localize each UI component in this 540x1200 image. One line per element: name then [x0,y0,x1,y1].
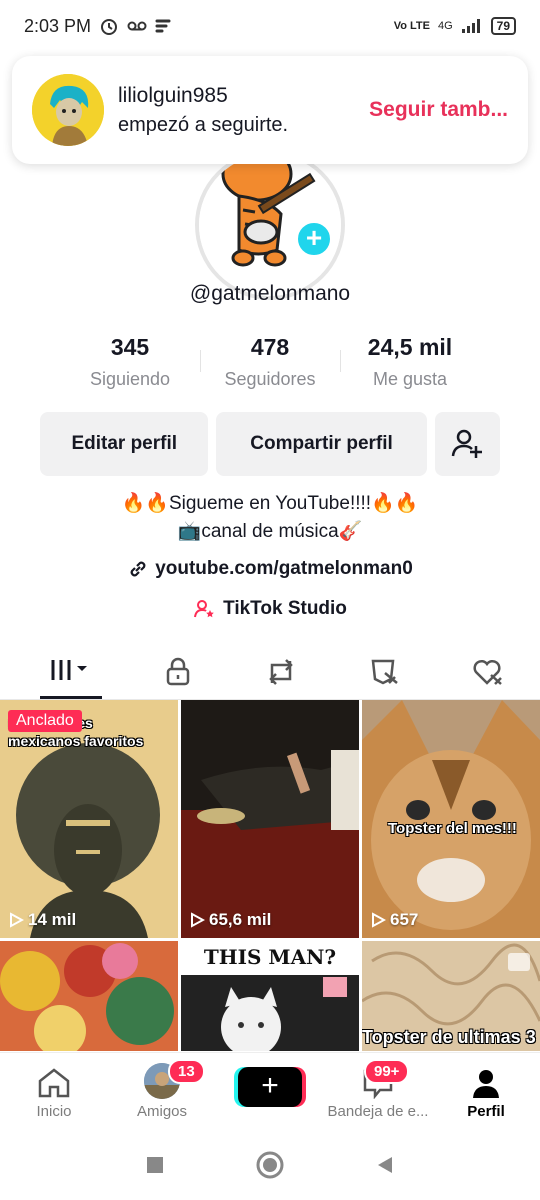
system-nav [0,1130,540,1200]
video-thumbnail[interactable]: THIS MAN? [181,941,359,1051]
repost-icon [269,658,294,685]
notification-username[interactable]: liliolguin985 [118,84,369,108]
nav-label: Amigos [136,1103,188,1120]
video-caption: THIS MAN? [203,945,337,969]
play-icon [10,912,24,928]
studio-icon [194,600,214,618]
add-person-icon [452,429,483,458]
stat-followers[interactable]: 478 Seguidores [200,334,340,390]
video-thumbnail[interactable]: Topster del mes!!! 657 [362,700,540,938]
profile-bio: 🔥🔥Sigueme en YouTube!!!!🔥🔥 📺canal de mús… [0,490,540,546]
view-count-value: 657 [390,910,419,929]
video-thumbnail[interactable]: Anclado mis álbumes mexicanos favoritos … [0,700,178,938]
app-notif-icon [155,19,171,33]
follow-back-button[interactable]: Seguir tamb... [369,98,508,122]
tab-favorites[interactable] [333,644,437,699]
lock-icon [166,657,189,685]
nav-profile[interactable]: Perfil [432,1053,540,1130]
bio-line: 🔥🔥Sigueme en YouTube!!!!🔥🔥 [121,493,419,514]
favorites-hidden-icon [371,659,398,684]
video-grid: Anclado mis álbumes mexicanos favoritos … [0,700,540,1051]
signal-icon [461,19,480,33]
nav-inbox[interactable]: 99+ Bandeja de e... [324,1053,432,1130]
notification-avatar [32,74,104,146]
tab-videos[interactable] [40,644,102,699]
view-count-value: 14 mil [28,910,77,929]
add-story-plus-icon[interactable]: + [295,220,333,258]
profile-stats: 345 Siguiendo 478 Seguidores 24,5 mil Me… [60,334,480,390]
status-bar: 2:03 PM Vo LTE 4G 79 [0,0,540,52]
video-caption: Topster del mes!!! [388,820,517,837]
studio-label[interactable]: TikTok Studio [223,598,347,620]
video-caption: Topster de ultimas 3 [362,1027,536,1047]
edit-profile-button[interactable]: Editar perfil [40,412,209,476]
view-count: 14 mil [8,910,76,930]
tiktok-studio-link[interactable]: TikTok Studio [0,598,540,620]
stat-label: Seguidores [224,369,316,389]
follow-notification[interactable]: liliolguin985 empezó a seguirte. Seguir … [12,56,528,164]
home-button-icon[interactable] [255,1150,285,1180]
bio-line: 📺canal de música🎸 [177,521,363,542]
tab-private[interactable] [126,644,230,699]
nav-create[interactable]: + [216,1053,324,1130]
stat-value: 478 [250,334,290,360]
stat-value: 24,5 mil [367,334,453,360]
view-count: 657 [370,910,418,930]
friends-badge: 13 [168,1059,205,1084]
profile-username: @gatmelonmano [189,282,351,305]
inbox-badge: 99+ [364,1059,410,1084]
back-icon[interactable] [374,1154,396,1176]
share-profile-button[interactable]: Compartir perfil [216,412,427,476]
play-icon [372,912,386,928]
recents-icon[interactable] [144,1154,166,1176]
play-icon [191,912,205,928]
video-thumbnail[interactable]: Topster de ultimas 3 [362,941,540,1051]
stat-label: Siguiendo [89,369,171,389]
person-icon [473,1070,499,1098]
stat-label: Me gusta [372,369,448,389]
bottom-nav: Inicio 13 Amigos + 99+ Bandeja de e... P… [0,1052,540,1130]
profile-link[interactable]: youtube.com/gatmelonman0 [0,558,540,580]
stat-following[interactable]: 345 Siguiendo [60,334,200,390]
carrier-label: Vo LTE [393,20,430,32]
view-count-value: 65,6 mil [209,910,272,929]
nav-label: Perfil [467,1103,505,1120]
grid-icon [51,660,87,680]
profile-actions: Editar perfil Compartir perfil [40,412,500,476]
voicemail-icon [127,21,147,31]
liked-hidden-icon [473,659,503,685]
pinned-badge: Anclado [8,710,82,732]
nav-label: Inicio [36,1103,72,1120]
tab-liked[interactable] [437,644,540,699]
link-text[interactable]: youtube.com/gatmelonman0 [155,558,413,580]
plus-icon[interactable]: + [238,1066,302,1107]
add-friends-button[interactable] [434,412,500,476]
nav-friends[interactable]: 13 Amigos [108,1053,216,1130]
view-count: 65,6 mil [189,910,271,930]
alarm-icon [101,19,118,35]
stat-value: 345 [110,334,150,360]
tab-reposts[interactable] [230,644,334,699]
nav-home[interactable]: Inicio [0,1053,108,1130]
status-time: 2:03 PM [24,15,92,36]
network-label: 4G [437,20,453,32]
nav-label: Bandeja de e... [327,1103,429,1120]
profile-tabs [0,644,540,700]
video-thumbnail[interactable] [0,941,178,1051]
battery-indicator: 79 [490,17,516,35]
notification-message: empezó a seguirte. [118,113,289,136]
home-icon [38,1068,70,1098]
stat-likes[interactable]: 24,5 mil Me gusta [340,334,480,390]
link-icon [130,561,146,577]
video-thumbnail[interactable]: 65,6 mil [181,700,359,938]
